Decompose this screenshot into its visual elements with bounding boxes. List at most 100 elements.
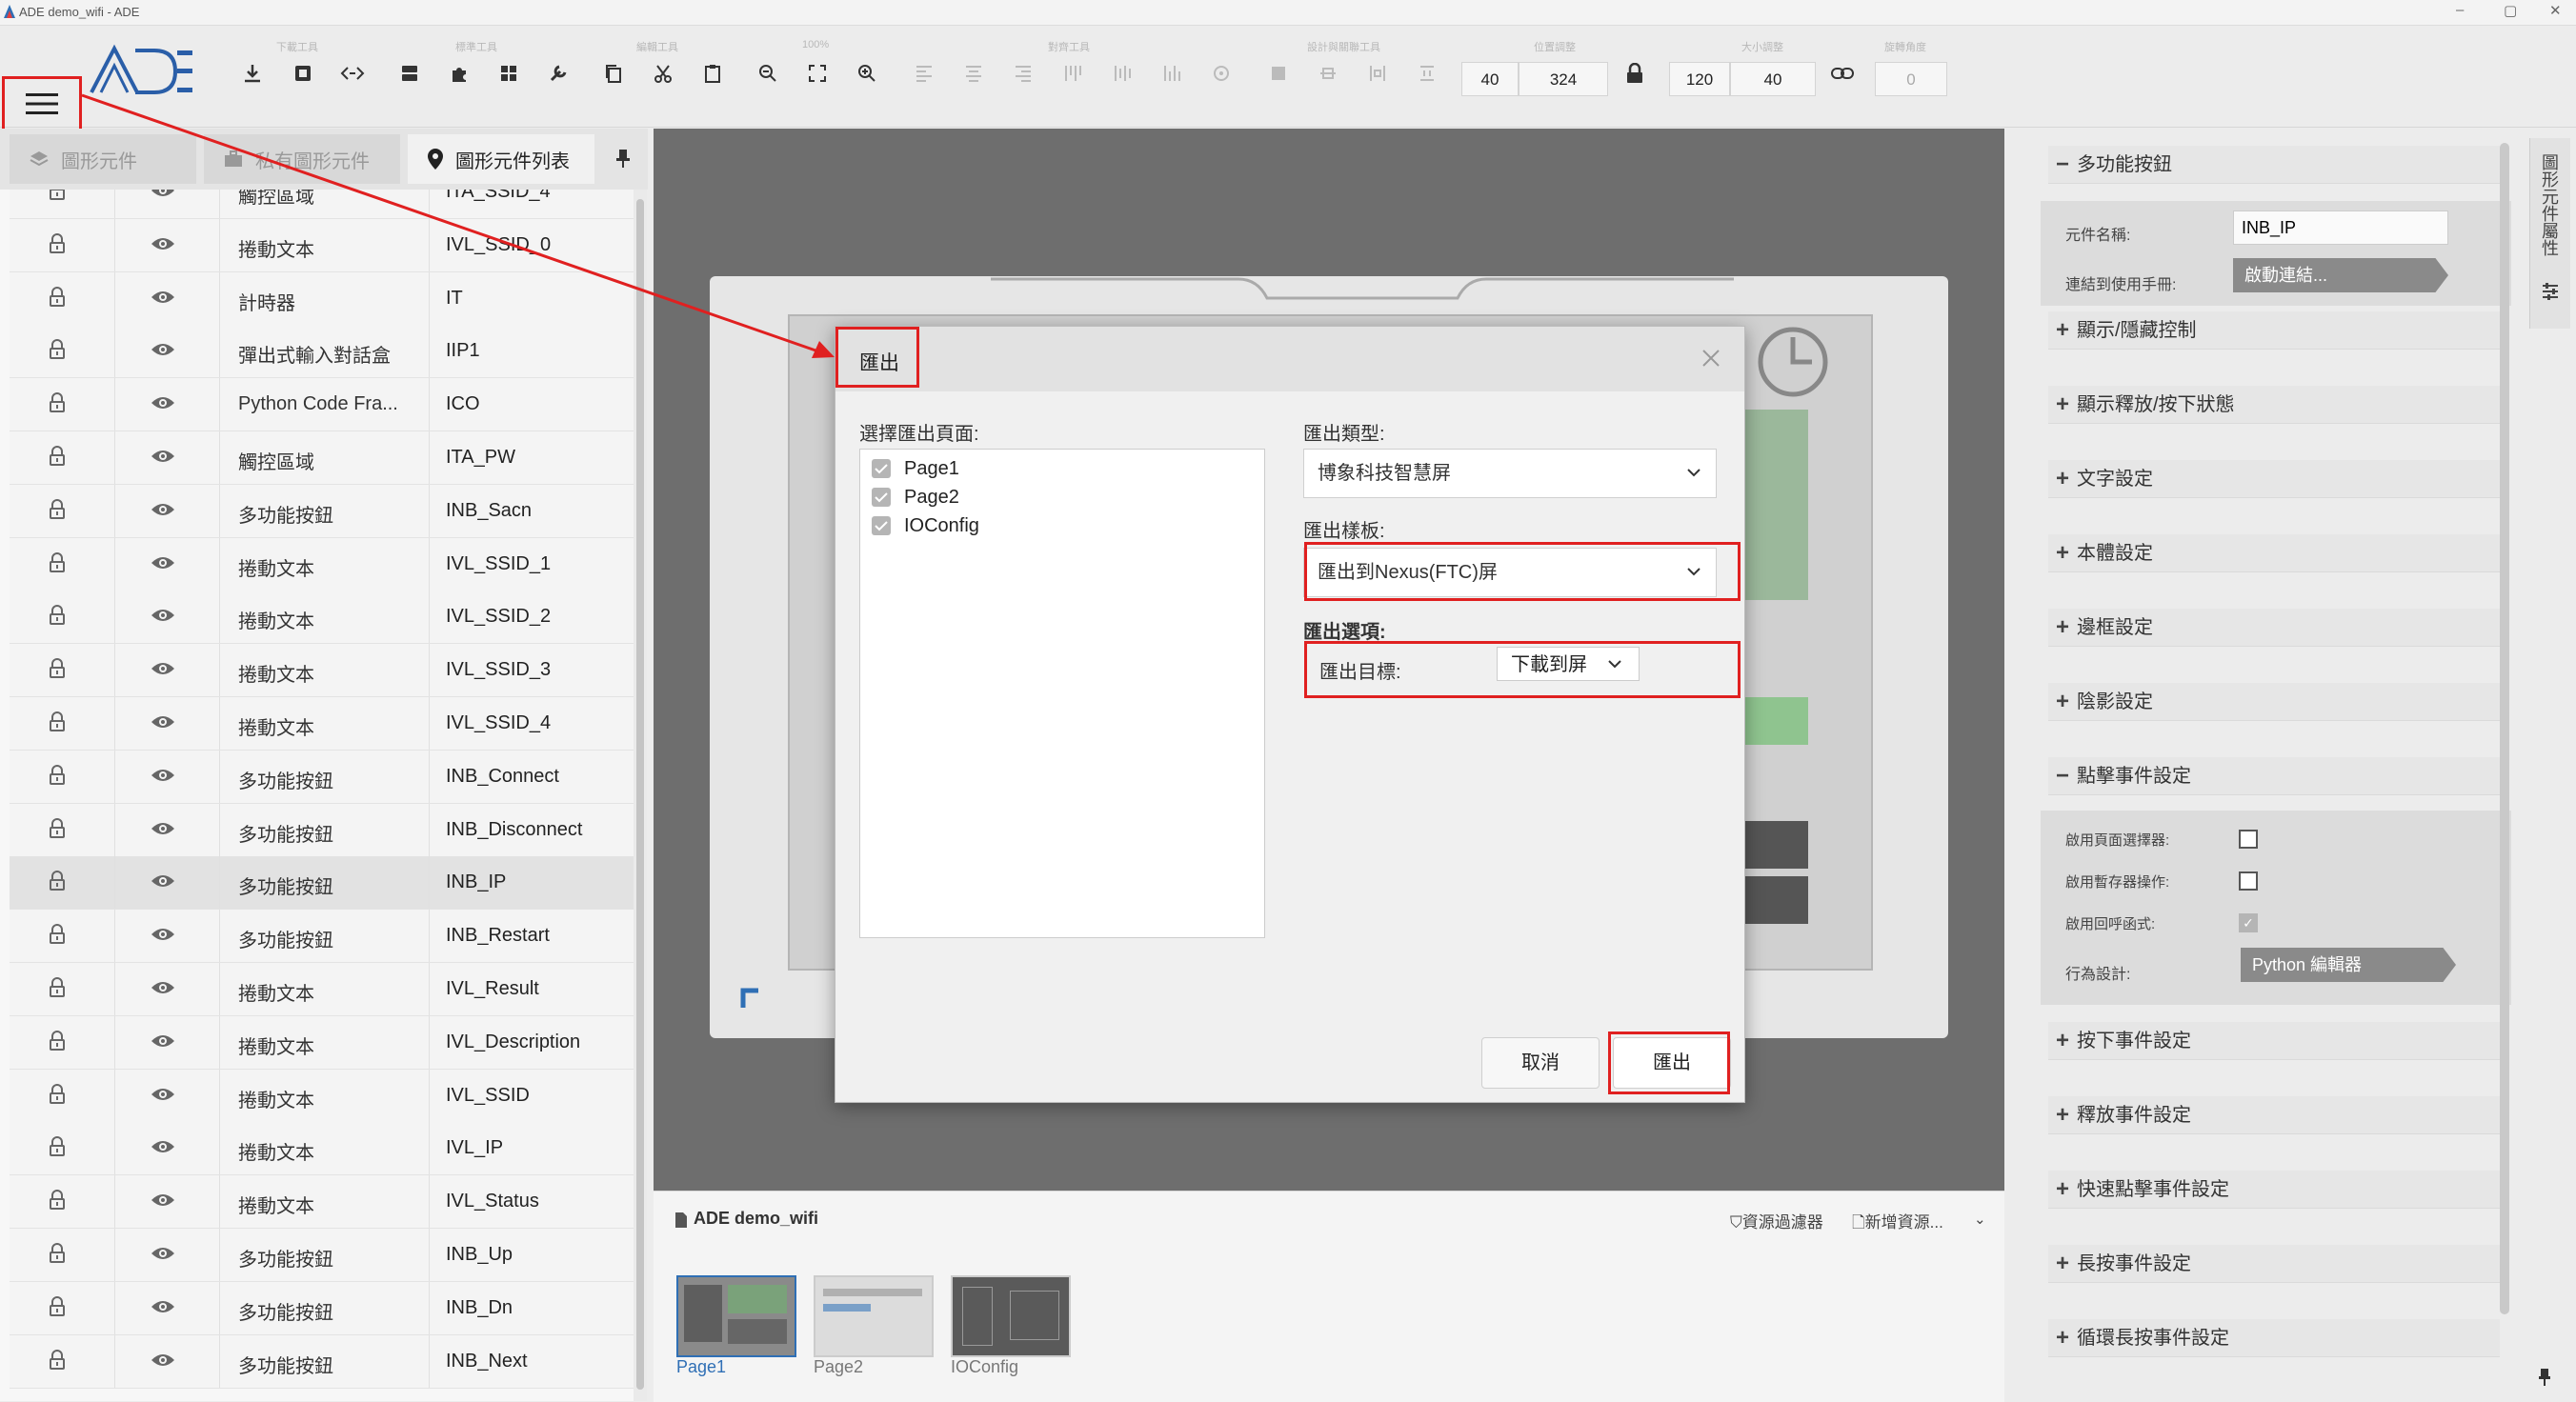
main-menu-button[interactable]	[2, 76, 82, 131]
component-row[interactable]: 捲動文本 IVL_SSID_1	[10, 537, 634, 591]
center-icon[interactable]	[1202, 54, 1240, 92]
component-row[interactable]: 多功能按鈕 INB_Up	[10, 1229, 634, 1282]
eye-icon[interactable]	[151, 1033, 175, 1049]
page-option-page1[interactable]: Page1	[872, 455, 959, 482]
lock-icon[interactable]	[48, 658, 67, 679]
component-row[interactable]: 捲動文本 IVL_SSID_2	[10, 591, 634, 645]
component-row[interactable]: 捲動文本 IVL_SSID	[10, 1069, 634, 1123]
pin-icon[interactable]	[2538, 1368, 2551, 1387]
component-row[interactable]: 觸控區域 ITA_SSID_4	[10, 190, 634, 219]
height-field[interactable]: 40	[1730, 62, 1816, 96]
section-long-press[interactable]: + 長按事件設定	[2048, 1245, 2500, 1283]
lock-icon[interactable]	[48, 817, 67, 839]
component-list-scrollbar[interactable]	[634, 190, 647, 1401]
eye-icon[interactable]	[151, 1299, 175, 1314]
section-press-event[interactable]: + 按下事件設定	[2048, 1022, 2500, 1060]
lock-icon[interactable]	[48, 1243, 67, 1264]
pin-icon[interactable]	[615, 148, 631, 169]
eye-icon[interactable]	[151, 927, 175, 942]
eye-icon[interactable]	[151, 502, 175, 517]
eye-icon[interactable]	[151, 555, 175, 571]
pos-x-field[interactable]: 40	[1461, 62, 1519, 96]
rotation-field[interactable]: 0	[1875, 62, 1947, 96]
align-left-icon[interactable]	[905, 54, 943, 92]
component-row[interactable]: 捲動文本 IVL_IP	[10, 1122, 634, 1176]
section-multi-button[interactable]: − 多功能按鈕	[2048, 146, 2500, 184]
puzzle-icon[interactable]	[440, 54, 478, 92]
lock-icon[interactable]	[48, 977, 67, 998]
python-editor-button[interactable]: Python 編輯器	[2241, 948, 2456, 982]
lock-icon[interactable]	[48, 1136, 67, 1157]
tab-components[interactable]: 圖形元件	[10, 134, 196, 184]
component-row[interactable]: 捲動文本 IVL_Status	[10, 1175, 634, 1230]
export-type-select[interactable]: 博象科技智慧屏	[1303, 449, 1717, 498]
width-field[interactable]: 120	[1669, 62, 1730, 96]
component-row[interactable]: 捲動文本 IVL_SSID_4	[10, 697, 634, 751]
component-row[interactable]: 多功能按鈕 INB_Restart	[10, 910, 634, 964]
temp-op-checkbox[interactable]	[2239, 871, 2258, 891]
lock-icon[interactable]	[48, 871, 67, 891]
eye-icon[interactable]	[151, 236, 175, 251]
cancel-button[interactable]: 取消	[1481, 1037, 1600, 1089]
page-label-page2[interactable]: Page2	[814, 1357, 863, 1377]
page-option-page2[interactable]: Page2	[872, 484, 959, 511]
section-border[interactable]: + 邊框設定	[2048, 609, 2500, 647]
zoom-out-icon[interactable]	[749, 54, 787, 92]
download-icon[interactable]	[233, 54, 272, 92]
align-top-icon[interactable]	[1054, 54, 1092, 92]
eye-icon[interactable]	[151, 1139, 175, 1154]
database-icon[interactable]	[391, 54, 429, 92]
lock-icon[interactable]	[48, 551, 67, 573]
component-row[interactable]: 多功能按鈕 INB_Next	[10, 1334, 634, 1389]
component-row[interactable]: 多功能按鈕 INB_Disconnect	[10, 803, 634, 857]
resource-filter-button[interactable]: ⛉資源過濾器	[1730, 1209, 1823, 1232]
distribute-v-icon[interactable]	[1309, 54, 1347, 92]
section-quick-click[interactable]: + 快速點擊事件設定	[2048, 1171, 2500, 1209]
align-bottom-icon[interactable]	[1153, 54, 1191, 92]
eye-icon[interactable]	[151, 661, 175, 676]
lock-icon[interactable]	[48, 1190, 67, 1211]
tab-private-components[interactable]: 私有圖形元件	[204, 134, 400, 184]
align-center-icon[interactable]	[955, 54, 993, 92]
copy-icon[interactable]	[594, 54, 633, 92]
component-row[interactable]: 多功能按鈕 INB_Dn	[10, 1281, 634, 1335]
section-release-press[interactable]: + 顯示釋放/按下狀態	[2048, 386, 2500, 424]
lock-icon[interactable]	[48, 924, 67, 945]
maximize-button[interactable]: ▢	[2504, 2, 2517, 19]
component-row[interactable]: 觸控區域 ITA_PW	[10, 431, 634, 485]
new-resource-button[interactable]: 🗋新增資源...	[1852, 1209, 1943, 1238]
section-shadow[interactable]: + 陰影設定	[2048, 683, 2500, 721]
lock-icon[interactable]	[48, 1295, 67, 1317]
eye-icon[interactable]	[151, 290, 175, 305]
page-label-ioconfig[interactable]: IOConfig	[951, 1357, 1018, 1377]
lock-icon[interactable]	[48, 764, 67, 786]
close-window-button[interactable]: ✕	[2549, 2, 2562, 19]
eye-icon[interactable]	[151, 714, 175, 730]
tab-component-list[interactable]: 圖形元件列表	[408, 134, 594, 184]
export-icon[interactable]	[284, 54, 322, 92]
vertical-tab-properties[interactable]: 圖形元件屬性	[2529, 138, 2570, 329]
component-row[interactable]: 捲動文本 IVL_Result	[10, 963, 634, 1016]
grid-icon[interactable]	[490, 54, 528, 92]
eye-icon[interactable]	[151, 608, 175, 623]
chevron-down-icon[interactable]: ⌄	[1974, 1211, 1986, 1228]
eye-icon[interactable]	[151, 1246, 175, 1261]
lock-icon[interactable]	[48, 446, 67, 467]
lock-icon[interactable]	[48, 286, 67, 308]
section-text[interactable]: + 文字設定	[2048, 460, 2500, 498]
callback-checkbox[interactable]: ✓	[2239, 913, 2258, 932]
close-icon[interactable]	[1701, 348, 1721, 369]
component-row[interactable]: 多功能按鈕 INB_Connect	[10, 750, 634, 804]
minimize-button[interactable]: –	[2456, 2, 2464, 18]
align-middle-icon[interactable]	[1103, 54, 1141, 92]
cut-icon[interactable]	[644, 54, 682, 92]
pos-y-field[interactable]: 324	[1519, 62, 1608, 96]
component-row[interactable]: 多功能按鈕 INB_Sacn	[10, 484, 634, 538]
eye-icon[interactable]	[151, 821, 175, 836]
fit-screen-icon[interactable]	[798, 54, 836, 92]
eye-icon[interactable]	[151, 873, 175, 889]
section-loop-long-press[interactable]: + 循環長按事件設定	[2048, 1319, 2500, 1357]
paste-icon[interactable]	[694, 54, 732, 92]
code-icon[interactable]	[333, 54, 372, 92]
lock-icon[interactable]	[48, 711, 67, 732]
